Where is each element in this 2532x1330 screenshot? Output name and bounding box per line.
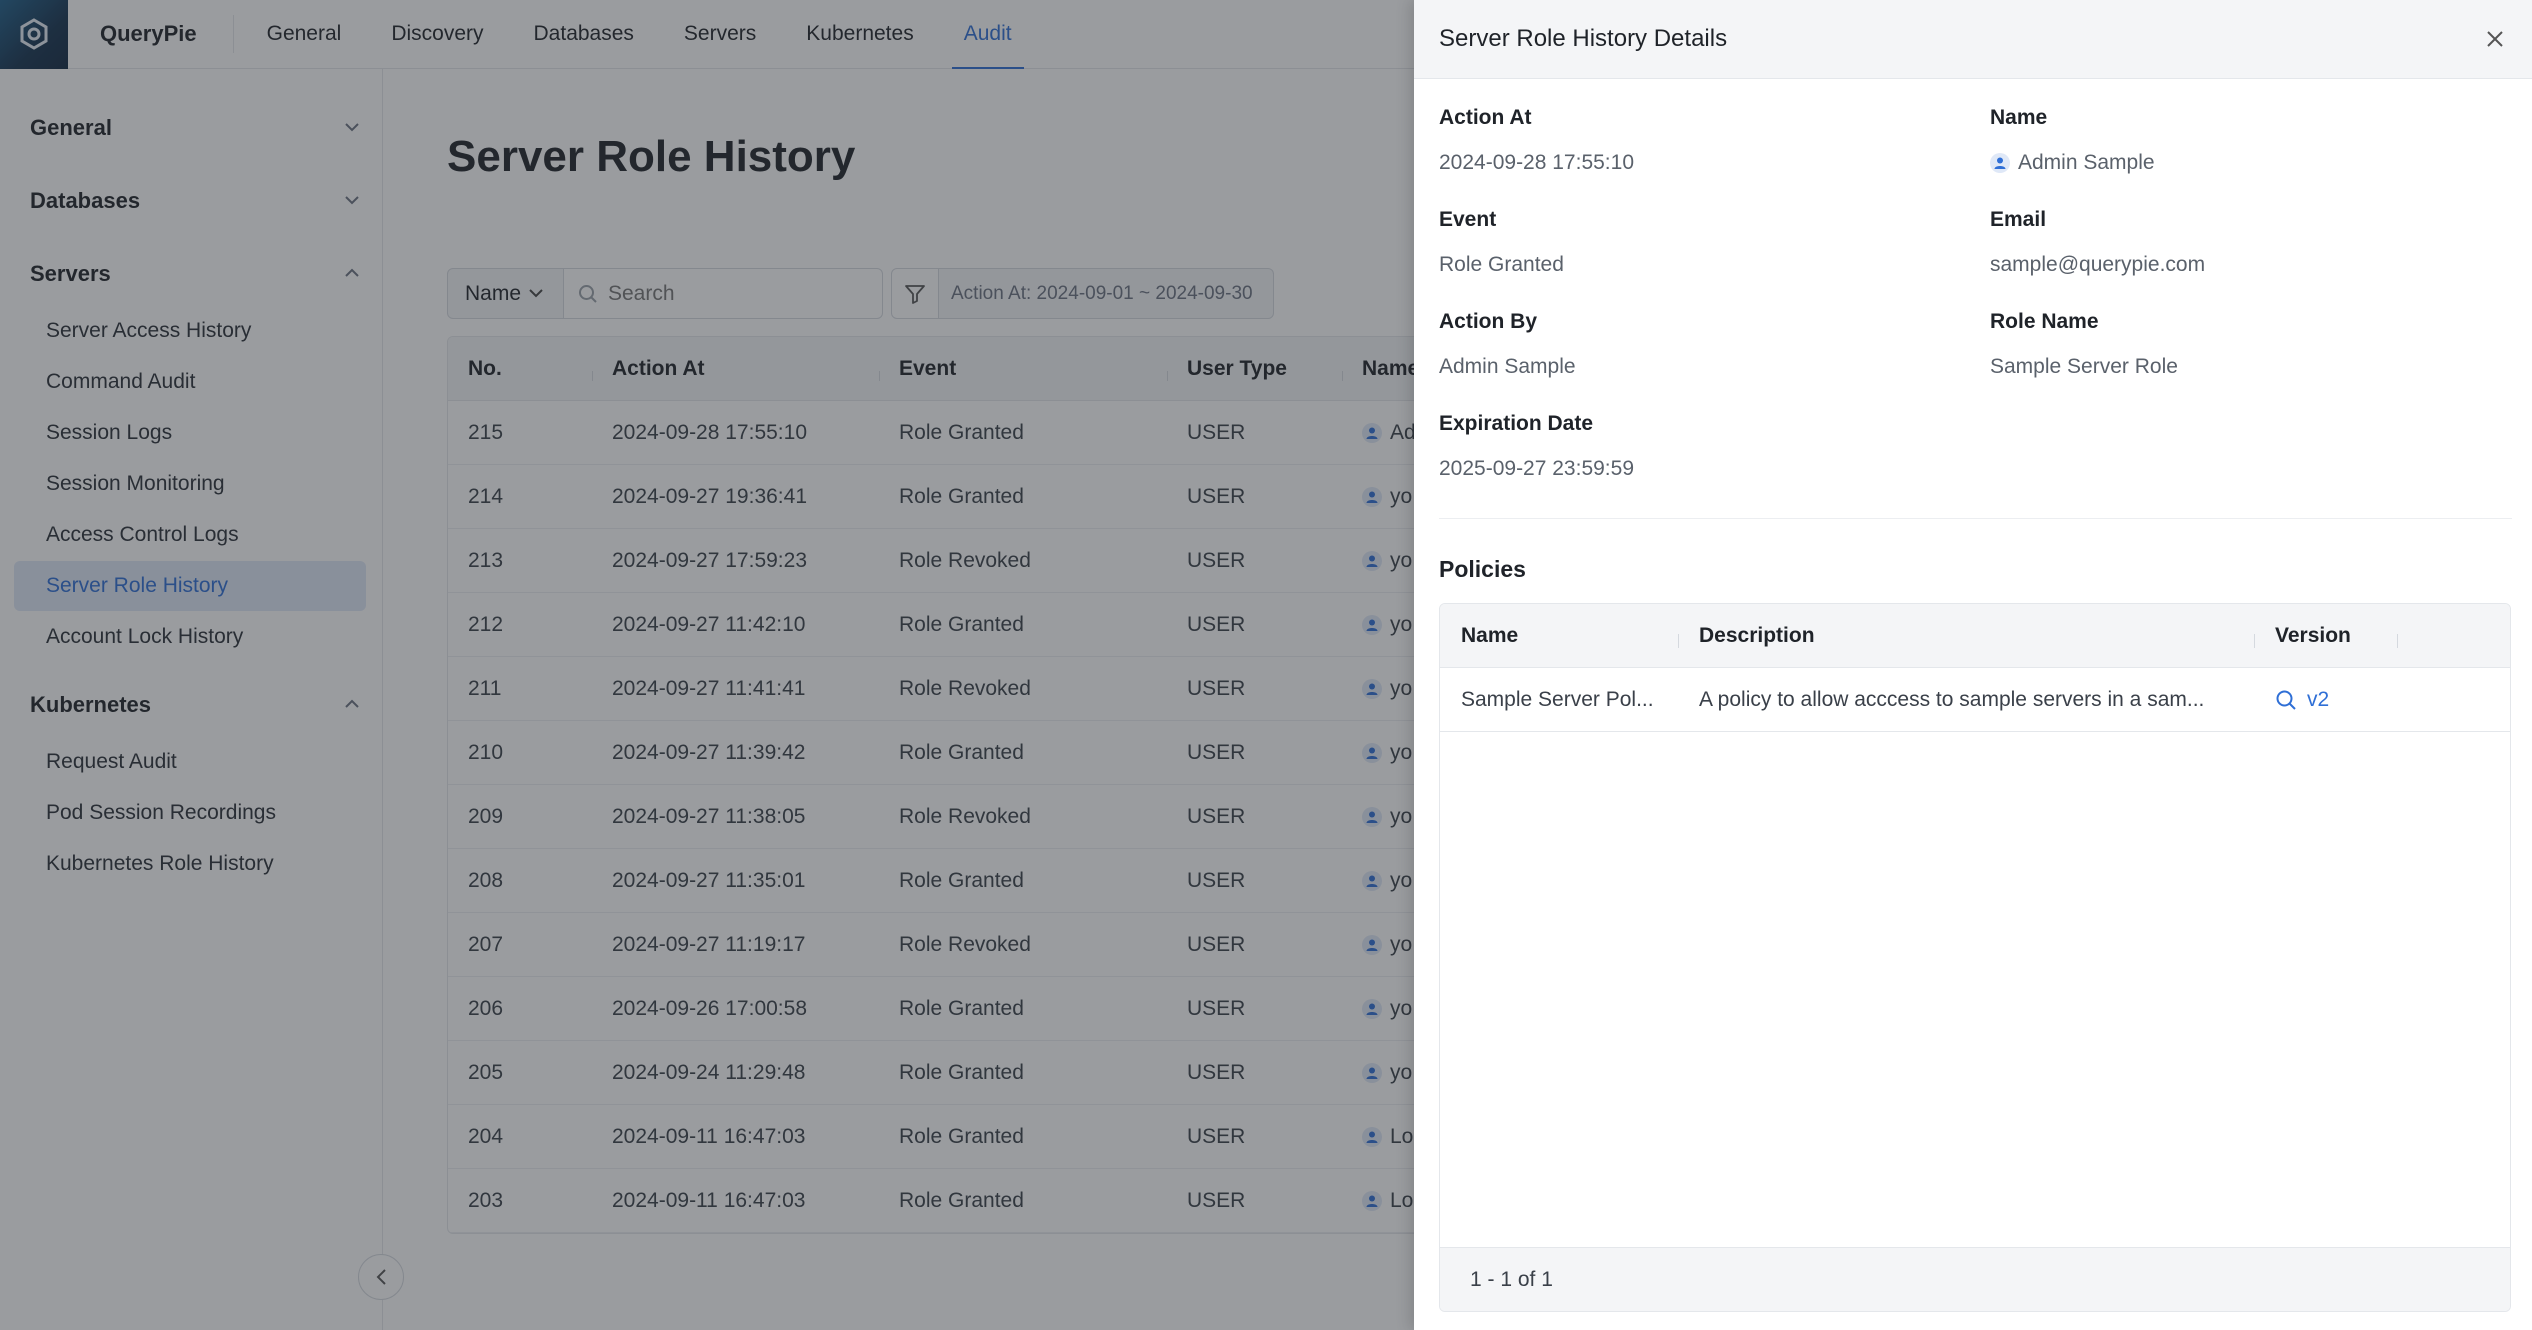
name-value: Admin Sample: [1990, 151, 2155, 175]
email-value: sample@querypie.com: [1990, 253, 2206, 276]
name-label: Name: [1990, 106, 2048, 129]
event-value: Role Granted: [1439, 253, 1564, 276]
expiration-date-value: 2025-09-27 23:59:59: [1439, 457, 1634, 480]
policy-version-cell: v2: [2254, 688, 2398, 712]
expiration-date-label: Expiration Date: [1439, 412, 1594, 435]
user-icon: [1990, 153, 2010, 173]
search-icon: [2276, 690, 2296, 710]
role-name-value: Sample Server Role: [1990, 355, 2178, 378]
column-header-version[interactable]: Version: [2254, 624, 2398, 648]
pagination-info: 1 - 1 of 1: [1440, 1247, 2510, 1311]
policies-table: Name Description Version Sample Server P…: [1439, 603, 2511, 1312]
details-drawer: Server Role History Details Action At 20…: [1414, 0, 2532, 1330]
name-text: Admin Sample: [2018, 151, 2155, 174]
policy-name-cell: Sample Server Pol...: [1461, 687, 1654, 711]
drawer-title: Server Role History Details: [1439, 25, 1728, 52]
column-header-description[interactable]: Description: [1678, 624, 2254, 648]
policy-version-text: v2: [2307, 687, 2330, 711]
action-by-value: Admin Sample: [1439, 355, 1576, 378]
policy-description-cell: A policy to allow acccess to sample serv…: [1699, 687, 2205, 711]
action-at-label: Action At: [1439, 106, 1532, 129]
policies-section-title: Policies: [1439, 556, 1526, 582]
event-label: Event: [1439, 208, 1497, 231]
section-divider: [1439, 518, 2512, 519]
drawer-header: Server Role History Details: [1414, 0, 2532, 79]
close-button[interactable]: [2486, 24, 2504, 55]
close-icon: [2487, 30, 2503, 47]
policy-version-link[interactable]: v2: [2275, 688, 2398, 712]
action-at-value: 2024-09-28 17:55:10: [1439, 151, 1634, 174]
role-name-label: Role Name: [1990, 310, 2099, 333]
email-label: Email: [1990, 208, 2047, 231]
modal-backdrop[interactable]: [0, 0, 1414, 1330]
policy-row[interactable]: Sample Server Pol... A policy to allow a…: [1440, 668, 2510, 732]
action-by-label: Action By: [1439, 310, 1538, 333]
policies-table-header: Name Description Version: [1440, 604, 2510, 668]
column-header-policy-name[interactable]: Name: [1440, 624, 1678, 648]
